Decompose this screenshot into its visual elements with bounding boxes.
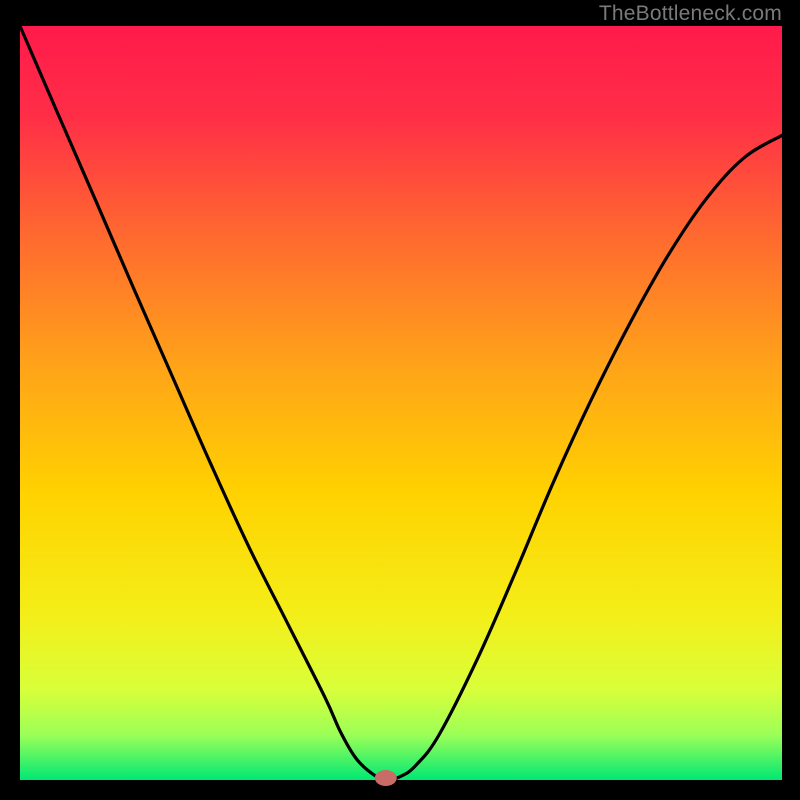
chart-canvas bbox=[0, 0, 800, 800]
minimum-marker bbox=[375, 770, 397, 786]
plot-area bbox=[20, 26, 782, 780]
attribution-text: TheBottleneck.com bbox=[599, 2, 782, 26]
